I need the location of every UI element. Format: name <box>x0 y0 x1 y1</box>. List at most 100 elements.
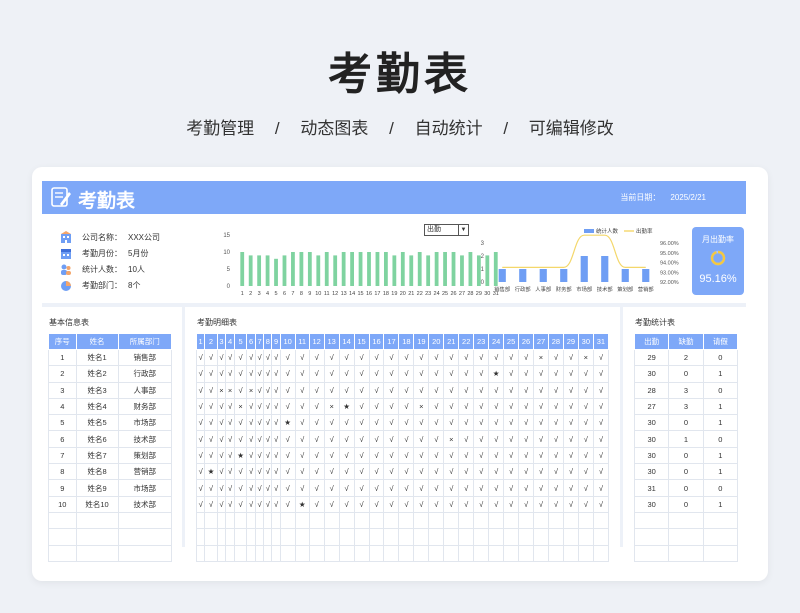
table-cell[interactable]: √ <box>428 397 445 416</box>
table-cell[interactable]: √ <box>428 495 445 513</box>
table-cell[interactable]: √ <box>271 348 281 367</box>
table-cell[interactable] <box>702 544 739 562</box>
table-cell[interactable] <box>503 511 520 530</box>
table-cell[interactable]: √ <box>458 463 475 481</box>
table-cell[interactable]: √ <box>353 446 370 465</box>
table-cell[interactable]: 30 <box>633 463 670 481</box>
table-cell[interactable]: √ <box>503 495 520 513</box>
table-cell[interactable]: 3 <box>668 397 704 416</box>
table-cell[interactable]: √ <box>279 479 296 497</box>
table-cell[interactable]: √ <box>195 348 206 367</box>
table-cell[interactable]: √ <box>195 365 206 383</box>
table-cell[interactable]: √ <box>323 446 340 465</box>
table-cell[interactable]: √ <box>428 348 445 367</box>
table-cell[interactable]: √ <box>547 397 564 416</box>
table-cell[interactable]: √ <box>503 381 520 399</box>
table-cell[interactable]: × <box>413 397 430 416</box>
table-cell[interactable]: √ <box>323 381 340 399</box>
table-cell[interactable]: 0 <box>668 365 704 383</box>
table-cell[interactable]: √ <box>338 365 355 383</box>
table-cell[interactable]: ★ <box>204 463 218 481</box>
table-cell[interactable] <box>503 544 520 562</box>
table-cell[interactable]: √ <box>503 479 520 497</box>
table-cell[interactable] <box>353 528 370 546</box>
table-cell[interactable]: √ <box>254 414 265 432</box>
table-cell[interactable] <box>48 511 77 530</box>
table-cell[interactable]: √ <box>398 381 415 399</box>
table-cell[interactable]: √ <box>204 381 218 399</box>
table-cell[interactable]: √ <box>473 397 490 416</box>
table-cell[interactable]: √ <box>488 495 505 513</box>
table-cell[interactable]: √ <box>473 446 490 465</box>
table-cell[interactable]: √ <box>443 479 460 497</box>
table-cell[interactable]: √ <box>592 414 610 432</box>
table-cell[interactable]: √ <box>216 397 227 416</box>
table-cell[interactable]: √ <box>428 479 445 497</box>
table-cell[interactable] <box>562 544 579 562</box>
table-cell[interactable]: √ <box>562 446 579 465</box>
table-cell[interactable] <box>488 544 505 562</box>
table-cell[interactable]: √ <box>246 463 256 481</box>
table-cell[interactable]: 2 <box>48 365 77 383</box>
table-cell[interactable]: √ <box>246 397 256 416</box>
table-cell[interactable]: 姓名7 <box>75 446 119 465</box>
table-cell[interactable]: √ <box>225 430 235 448</box>
table-cell[interactable] <box>413 544 430 562</box>
table-cell[interactable]: √ <box>308 414 325 432</box>
table-cell[interactable]: √ <box>195 479 206 497</box>
table-cell[interactable]: √ <box>263 348 273 367</box>
table-cell[interactable]: √ <box>246 365 256 383</box>
table-cell[interactable] <box>323 544 340 562</box>
table-cell[interactable]: ★ <box>338 397 355 416</box>
table-cell[interactable]: √ <box>233 479 248 497</box>
table-cell[interactable] <box>547 544 564 562</box>
table-cell[interactable] <box>633 528 670 546</box>
table-cell[interactable] <box>75 511 119 530</box>
table-cell[interactable]: 姓名8 <box>75 463 119 481</box>
table-cell[interactable]: √ <box>398 348 415 367</box>
table-cell[interactable] <box>294 528 310 546</box>
table-cell[interactable]: ★ <box>279 414 296 432</box>
table-cell[interactable]: √ <box>577 463 594 481</box>
table-cell[interactable]: 4 <box>48 397 77 416</box>
table-cell[interactable]: 市场部 <box>117 479 173 497</box>
table-cell[interactable]: √ <box>323 430 340 448</box>
table-cell[interactable]: √ <box>383 381 400 399</box>
table-cell[interactable] <box>547 511 564 530</box>
table-cell[interactable] <box>368 528 385 546</box>
table-cell[interactable] <box>428 511 445 530</box>
table-cell[interactable]: √ <box>271 463 281 481</box>
table-cell[interactable]: √ <box>577 479 594 497</box>
table-cell[interactable] <box>225 528 235 546</box>
table-cell[interactable]: √ <box>233 463 248 481</box>
table-cell[interactable] <box>117 528 173 546</box>
table-cell[interactable]: √ <box>592 430 610 448</box>
table-cell[interactable]: √ <box>518 414 535 432</box>
table-cell[interactable]: 姓名1 <box>75 348 119 367</box>
table-cell[interactable]: √ <box>308 463 325 481</box>
table-cell[interactable] <box>547 528 564 546</box>
table-cell[interactable]: √ <box>279 397 296 416</box>
table-cell[interactable]: √ <box>204 495 218 513</box>
table-cell[interactable]: √ <box>592 348 610 367</box>
table-cell[interactable]: √ <box>263 495 273 513</box>
table-cell[interactable]: √ <box>592 446 610 465</box>
table-cell[interactable] <box>233 544 248 562</box>
table-cell[interactable]: √ <box>533 479 549 497</box>
table-cell[interactable]: 8 <box>48 463 77 481</box>
table-cell[interactable]: √ <box>368 365 385 383</box>
table-cell[interactable]: √ <box>279 446 296 465</box>
table-cell[interactable] <box>398 511 415 530</box>
table-cell[interactable] <box>383 511 400 530</box>
table-cell[interactable]: √ <box>473 365 490 383</box>
table-cell[interactable]: √ <box>195 397 206 416</box>
table-cell[interactable]: √ <box>308 495 325 513</box>
table-cell[interactable]: 0 <box>702 479 739 497</box>
table-cell[interactable]: √ <box>562 495 579 513</box>
table-cell[interactable]: 31 <box>633 479 670 497</box>
table-cell[interactable]: √ <box>458 430 475 448</box>
table-cell[interactable]: √ <box>368 397 385 416</box>
table-cell[interactable]: √ <box>279 348 296 367</box>
table-cell[interactable]: √ <box>254 446 265 465</box>
table-cell[interactable]: 1 <box>702 397 739 416</box>
